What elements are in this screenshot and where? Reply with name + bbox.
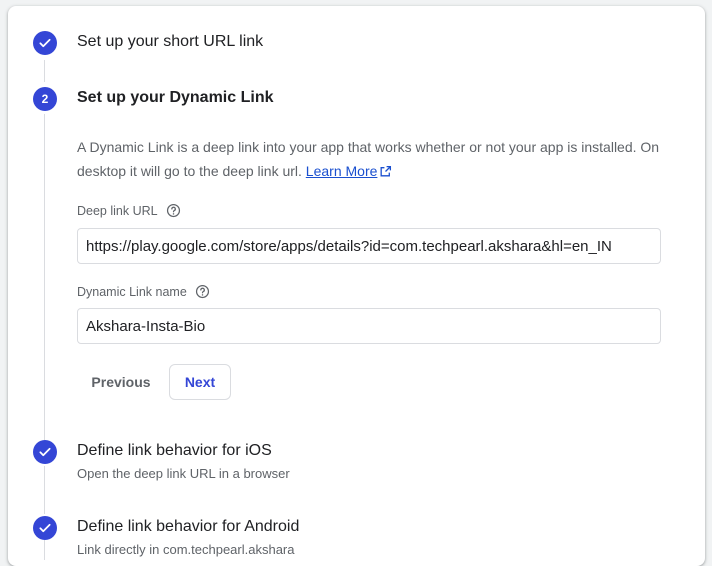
step-connector (44, 60, 45, 82)
previous-button[interactable]: Previous (77, 365, 165, 399)
step-title-android[interactable]: Define link behavior for Android (77, 518, 299, 536)
deep-link-label-text: Deep link URL (77, 203, 158, 218)
help-icon[interactable] (195, 284, 210, 299)
help-icon[interactable] (166, 203, 181, 218)
step-subtitle-android: Link directly in com.techpearl.akshara (77, 542, 295, 557)
step-connector (44, 114, 45, 440)
check-icon (39, 523, 51, 533)
step-complete-icon (33, 31, 57, 55)
step-subtitle-ios: Open the deep link URL in a browser (77, 466, 290, 481)
step-description: A Dynamic Link is a deep link into your … (77, 135, 667, 183)
open-in-new-icon (380, 165, 392, 177)
step-number: 2 (41, 92, 49, 106)
learn-more-link[interactable]: Learn More (306, 163, 393, 179)
step-number-badge: 2 (33, 87, 57, 111)
check-icon (39, 447, 51, 457)
next-button[interactable]: Next (169, 364, 231, 400)
check-icon (39, 38, 51, 48)
step-connector (44, 540, 45, 560)
deep-link-url-input[interactable] (77, 228, 661, 264)
step-complete-icon (33, 516, 57, 540)
deep-link-label: Deep link URL (77, 203, 181, 218)
learn-more-label: Learn More (305, 163, 378, 179)
link-name-label-text: Dynamic Link name (77, 284, 187, 299)
link-name-label: Dynamic Link name (77, 284, 210, 299)
step-title-ios[interactable]: Define link behavior for iOS (77, 442, 272, 460)
step-title-short-url[interactable]: Set up your short URL link (77, 33, 263, 51)
dynamic-link-name-input[interactable] (77, 308, 661, 344)
step-title-dynamic-link[interactable]: Set up your Dynamic Link (77, 89, 273, 107)
step-connector (44, 466, 45, 514)
step-complete-icon (33, 440, 57, 464)
